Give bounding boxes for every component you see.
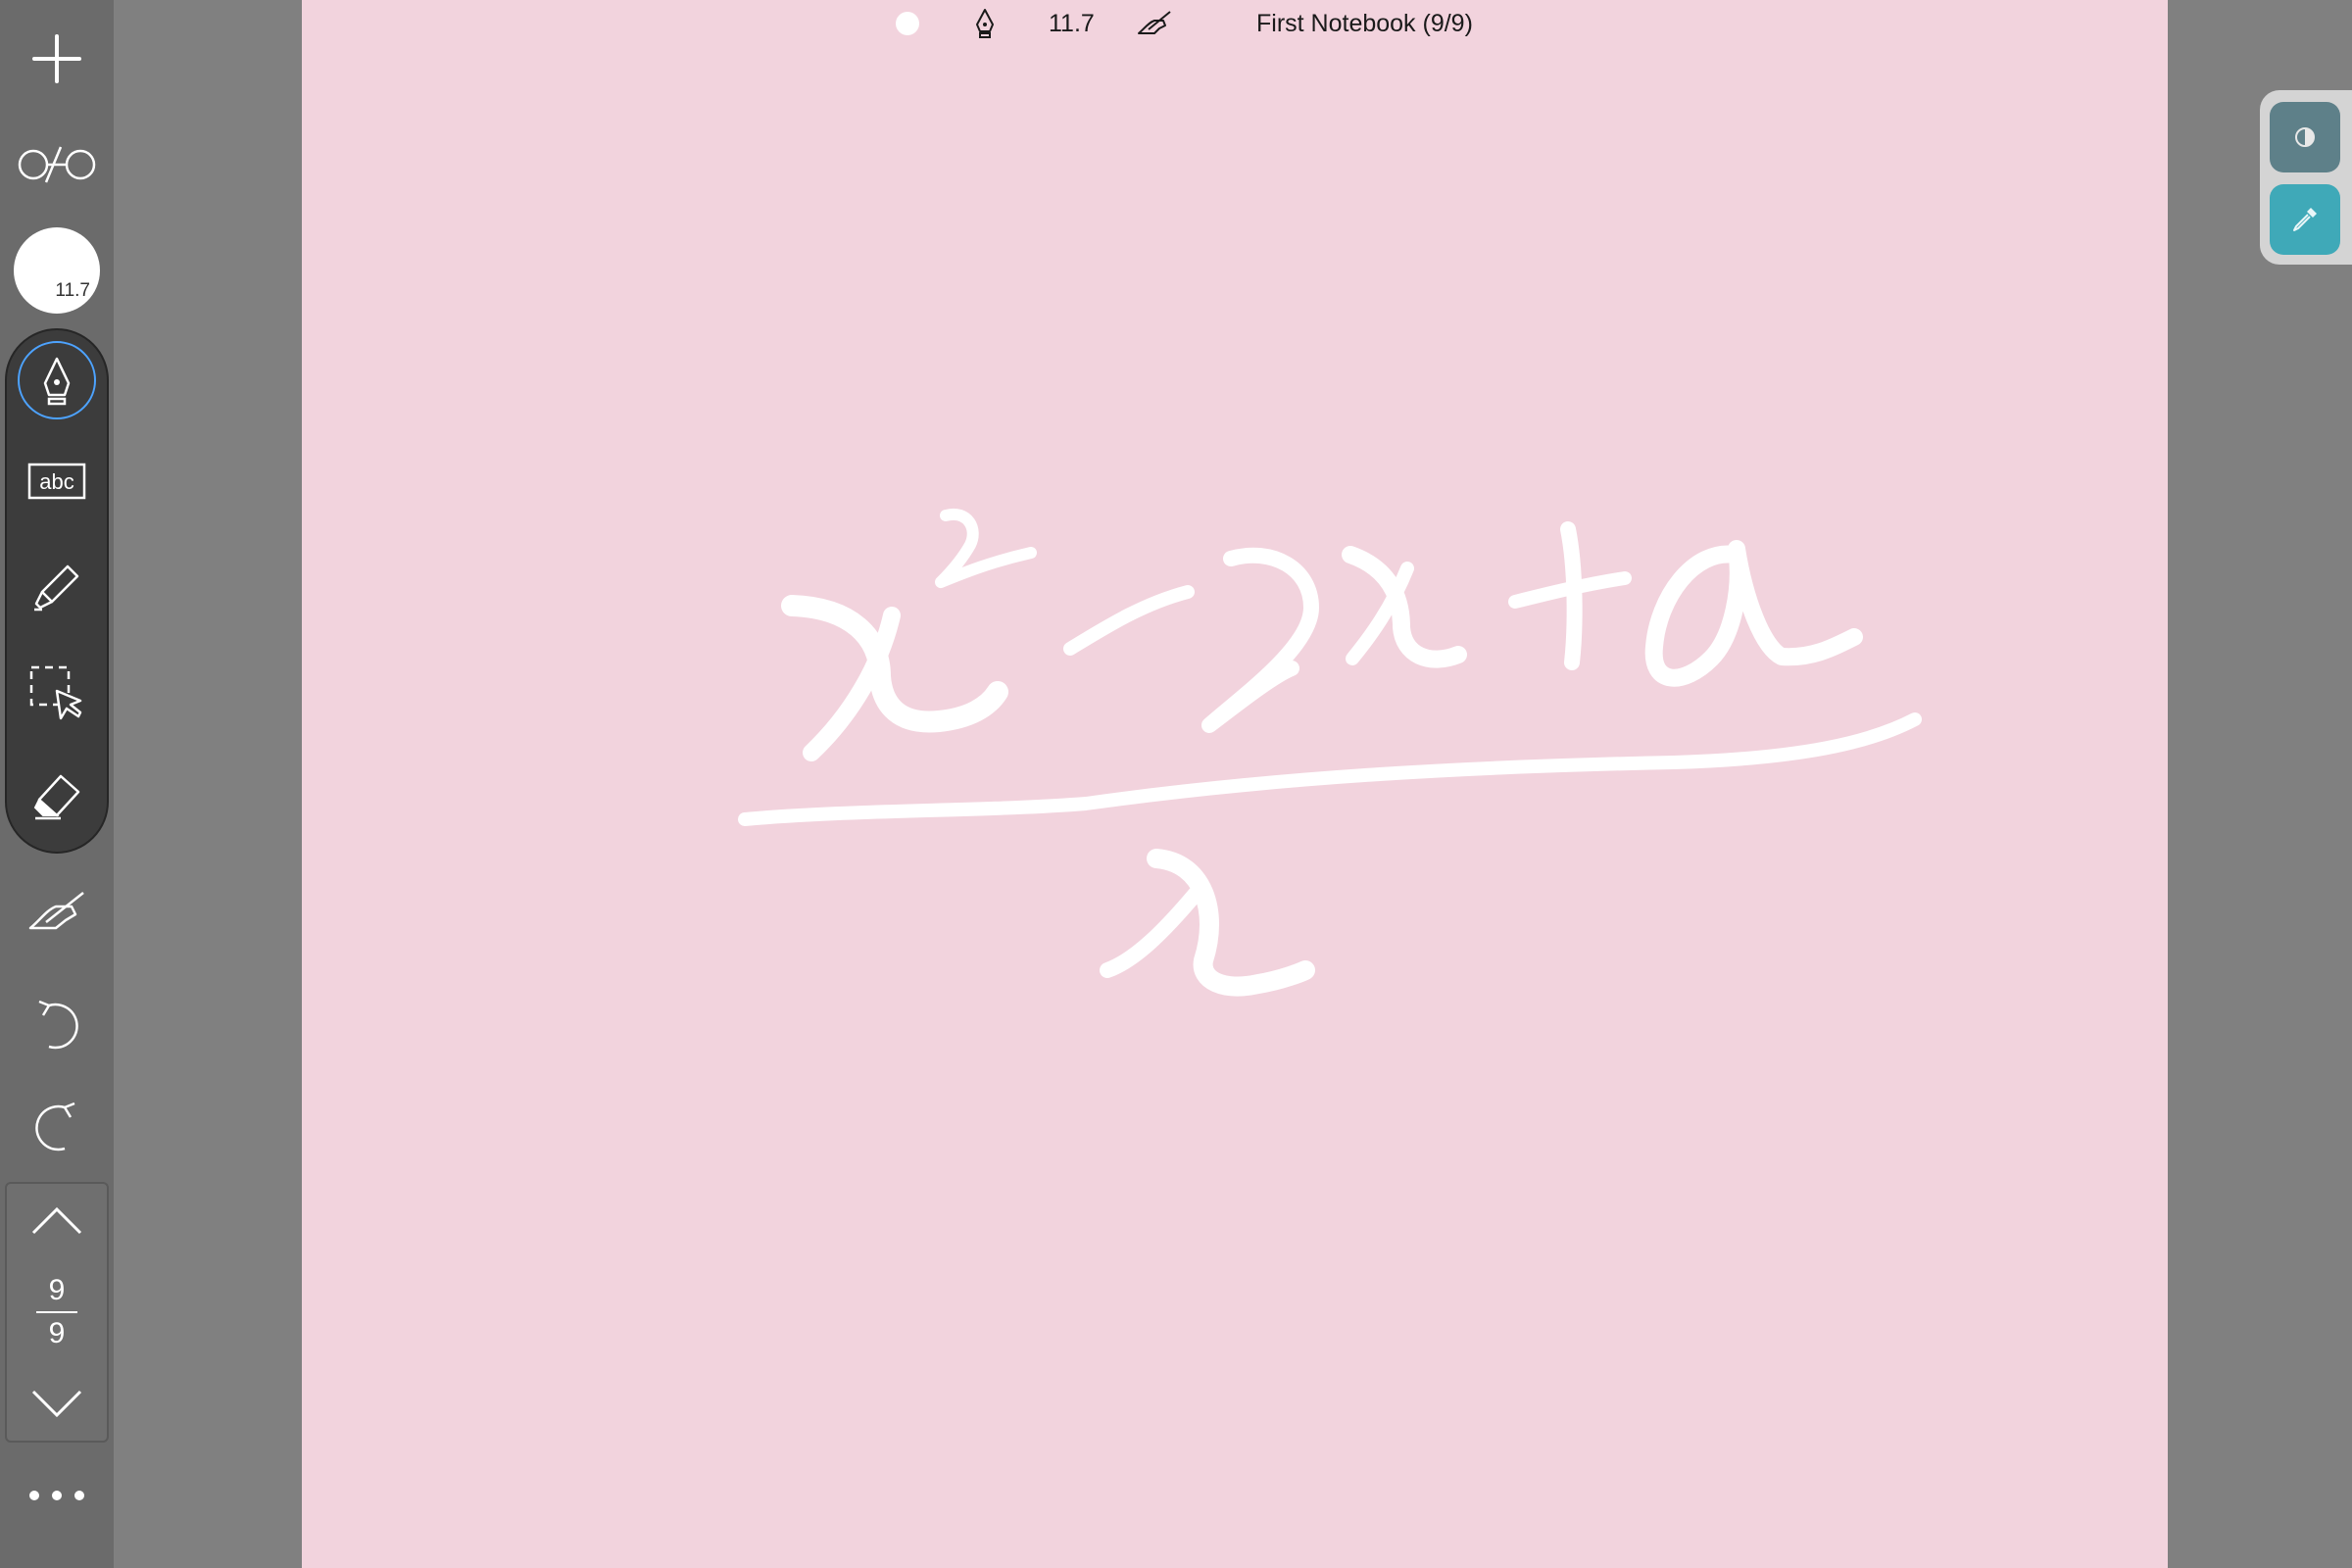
- ink-stroke: [935, 508, 1037, 588]
- pen-tool-button[interactable]: [7, 330, 107, 432]
- brush-color-button[interactable]: 11.7: [14, 227, 100, 314]
- handwriting-ink-layer: [738, 508, 1922, 997]
- eraser-icon: [33, 774, 80, 820]
- ink-stroke: [1063, 585, 1195, 656]
- page-up-button[interactable]: [7, 1194, 107, 1249]
- total-page-number: 9: [48, 1317, 66, 1349]
- right-color-palette: [2260, 90, 2352, 265]
- lasso-select-icon: [29, 665, 82, 720]
- view-mode-button[interactable]: [0, 120, 114, 210]
- more-dots-icon: [29, 1491, 84, 1500]
- notebook-page-canvas[interactable]: 11.7 First Notebook (9/9): [302, 0, 2168, 1568]
- ink-stroke: [1201, 547, 1319, 733]
- active-tool-ring: [18, 341, 96, 419]
- plus-icon: [32, 34, 81, 83]
- current-page-number: 9: [48, 1274, 66, 1306]
- contrast-toggle-button[interactable]: [2270, 102, 2340, 172]
- redo-icon: [35, 1102, 75, 1152]
- page-number-divider: [36, 1311, 77, 1313]
- page-down-button[interactable]: [7, 1376, 107, 1431]
- more-options-button[interactable]: [0, 1450, 114, 1541]
- add-page-button[interactable]: [0, 14, 114, 104]
- eyedropper-icon: [2293, 208, 2317, 231]
- undo-icon: [38, 1000, 78, 1050]
- eraser-tool-button[interactable]: [7, 752, 107, 842]
- page-navigator: 9 9: [5, 1182, 109, 1443]
- hand-pen-icon: [28, 892, 84, 930]
- chevron-down-icon: [31, 1390, 82, 1418]
- ink-stroke: [738, 712, 1922, 826]
- highlighter-icon: [34, 564, 79, 612]
- tool-group: abc: [5, 328, 109, 854]
- ink-stroke: [1644, 540, 1863, 687]
- ink-stroke: [1560, 521, 1583, 670]
- text-tool-button[interactable]: abc: [7, 436, 107, 526]
- left-toolbar: 11.7 abc 9 9: [0, 0, 114, 1568]
- abc-text-icon: abc: [27, 463, 86, 500]
- palm-rejection-button[interactable]: [0, 866, 114, 956]
- lasso-select-button[interactable]: [7, 648, 107, 738]
- eyedropper-button[interactable]: [2270, 184, 2340, 255]
- undo-button[interactable]: [0, 980, 114, 1070]
- brush-size-label: 11.7: [55, 280, 90, 301]
- redo-button[interactable]: [0, 1082, 114, 1172]
- contrast-icon: [2295, 127, 2315, 147]
- chevron-up-icon: [31, 1206, 82, 1235]
- glasses-icon: [18, 146, 96, 183]
- svg-text:abc: abc: [39, 469, 74, 494]
- highlighter-tool-button[interactable]: [7, 542, 107, 632]
- ink-stroke: [1100, 886, 1203, 978]
